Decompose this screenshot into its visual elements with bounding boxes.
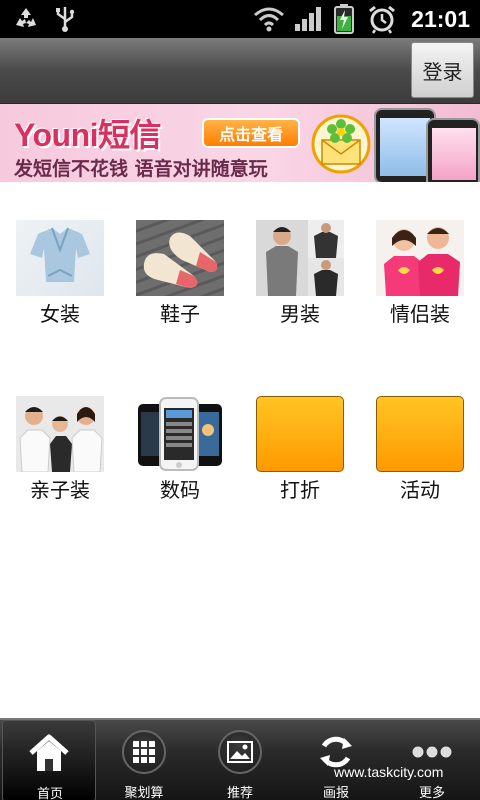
tab-label: 首页 [36,787,63,800]
digital-phones-photo [136,396,224,472]
category-events[interactable]: 活动 [360,358,480,528]
tab-juhuasuan[interactable]: 聚划算 [96,720,192,800]
category-label: 男装 [280,302,320,326]
usb-icon [50,4,80,34]
tab-label: 推荐 [226,786,253,800]
tab-label: 聚划算 [124,786,164,800]
family-clothing-photo [16,396,104,472]
picture-icon [218,730,262,774]
bottom-tab-bar: 首页 聚划算 推荐 画报 更多 [0,718,480,800]
womens-clothing-photo [16,220,104,296]
signal-icon [293,4,323,34]
tab-home[interactable]: 首页 [2,720,96,800]
category-family[interactable]: 亲子装 [0,358,120,528]
banner-tagline: 发短信不花钱 语音对讲随意玩 [14,158,268,180]
login-button[interactable]: 登录 [411,42,474,98]
tab-more[interactable]: 更多 [384,720,480,800]
category-womens[interactable]: 女装 [0,182,120,352]
watermark-text: www.taskcity.com [334,764,444,780]
shoes-photo [136,220,224,296]
category-label: 女装 [40,302,80,326]
discount-orange-tile [256,396,344,472]
envelope-flower-icon [310,114,372,174]
grid-icon [122,730,166,774]
tab-recommend[interactable]: 推荐 [192,720,288,800]
tab-label: 更多 [418,786,445,800]
category-discount[interactable]: 打折 [240,358,360,528]
mens-clothing-photo [256,220,344,296]
category-digital[interactable]: 数码 [120,358,240,528]
category-label: 打折 [280,478,320,502]
category-label: 活动 [400,478,440,502]
couples-clothing-photo [376,220,464,296]
category-label: 数码 [160,478,200,502]
alarm-icon [366,4,398,34]
tab-label: 画报 [322,786,349,800]
category-label: 亲子装 [30,478,90,502]
category-label: 鞋子 [160,302,200,326]
category-couples[interactable]: 情侣装 [360,182,480,352]
category-grid: 女装 鞋子 男装 情侣装 亲子装 数码 打折 活动 [0,182,480,718]
category-mens[interactable]: 男装 [240,182,360,352]
banner-cta-button[interactable]: 点击查看 [202,118,300,148]
category-shoes[interactable]: 鞋子 [120,182,240,352]
banner-phone-image-2 [426,118,480,182]
events-orange-tile [376,396,464,472]
category-label: 情侣装 [390,302,450,326]
app-header: 登录 [0,38,480,104]
tab-pictorial[interactable]: 画报 [288,720,384,800]
wifi-icon [252,4,286,34]
battery-charging-icon [332,4,356,34]
status-time: 21:01 [411,6,470,32]
ad-banner[interactable]: Youni短信 点击查看 发短信不花钱 语音对讲随意玩 [0,104,480,182]
status-bar: 21:01 [0,0,480,38]
banner-brand: Youni短信 [14,117,162,153]
home-icon [27,731,71,775]
recycle-icon [10,4,42,34]
